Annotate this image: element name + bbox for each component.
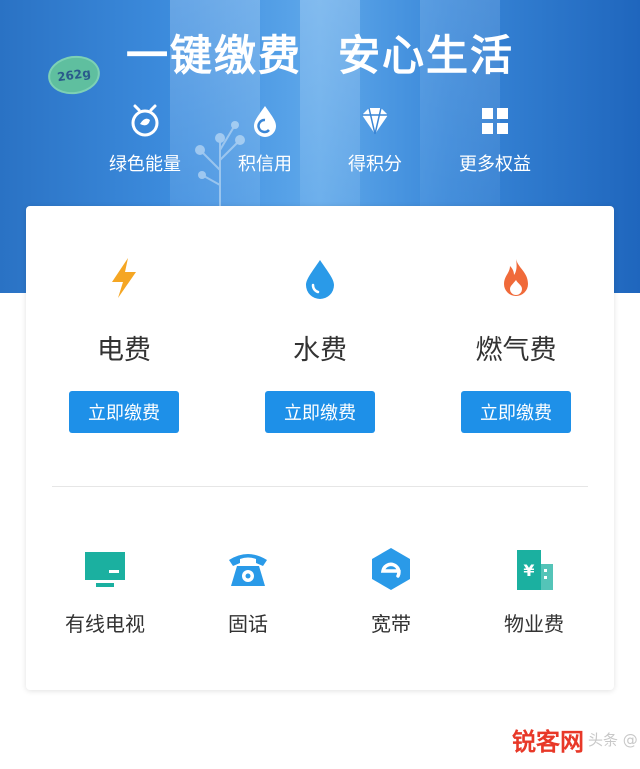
perks-row: 绿色能量 积信用 得积分 更多权益 xyxy=(0,104,640,184)
service-name: 固话 xyxy=(228,612,268,636)
perk-label: 更多权益 xyxy=(459,154,531,175)
broadband-icon xyxy=(372,548,410,590)
green-energy-icon xyxy=(131,104,159,137)
property-building-icon: ¥ xyxy=(517,550,553,590)
water-drop-icon xyxy=(306,260,334,299)
flame-icon xyxy=(504,259,528,296)
perk-label: 绿色能量 xyxy=(109,154,181,175)
page-slogan: 一键缴费 安心生活 xyxy=(0,22,640,83)
telephone-icon xyxy=(229,554,267,586)
perk-green-energy[interactable]: 绿色能量 xyxy=(90,104,200,176)
watermark-brand: 锐客网 xyxy=(512,727,584,756)
service-broadband[interactable]: 宽带 xyxy=(331,546,451,637)
bill-electricity: 电费 立即缴费 xyxy=(49,256,199,433)
slogan-right: 安心生活 xyxy=(338,31,515,80)
svg-text:¥: ¥ xyxy=(523,561,534,580)
service-name: 宽带 xyxy=(371,612,411,636)
bill-name: 电费 xyxy=(97,335,151,366)
watermark-tail: 头条 @ xyxy=(588,730,638,749)
section-divider xyxy=(52,486,588,487)
bill-gas: 燃气费 立即缴费 xyxy=(441,256,591,433)
pay-water-button[interactable]: 立即缴费 xyxy=(265,391,375,433)
perk-more-benefits[interactable]: 更多权益 xyxy=(440,104,550,176)
perk-credit[interactable]: 积信用 xyxy=(210,104,320,176)
lightning-icon xyxy=(112,258,136,298)
perk-label: 得积分 xyxy=(348,154,402,175)
service-name: 有线电视 xyxy=(65,612,145,636)
bill-name: 水费 xyxy=(293,335,347,366)
bill-name: 燃气费 xyxy=(475,335,557,366)
service-cable-tv[interactable]: 有线电视 xyxy=(45,546,165,637)
watermark: 锐客网 头条 @ xyxy=(512,722,638,756)
bill-water: 水费 立即缴费 xyxy=(245,256,395,433)
credit-icon xyxy=(254,106,276,137)
service-property-fee[interactable]: ¥ 物业费 xyxy=(474,546,594,637)
pay-electricity-button[interactable]: 立即缴费 xyxy=(69,391,179,433)
slogan-left: 一键缴费 xyxy=(125,31,302,80)
perk-label: 积信用 xyxy=(238,154,292,175)
perk-points[interactable]: 得积分 xyxy=(320,104,430,176)
tv-icon xyxy=(85,552,125,587)
diamond-points-icon xyxy=(362,107,388,135)
service-landline[interactable]: 固话 xyxy=(188,546,308,637)
service-name: 物业费 xyxy=(504,612,564,636)
grid-more-icon xyxy=(482,108,508,134)
pay-gas-button[interactable]: 立即缴费 xyxy=(461,391,571,433)
payment-card: 电费 立即缴费 水费 立即缴费 燃气费 立即缴费 有线电视 固话 宽带 ¥ 物业… xyxy=(26,206,614,690)
